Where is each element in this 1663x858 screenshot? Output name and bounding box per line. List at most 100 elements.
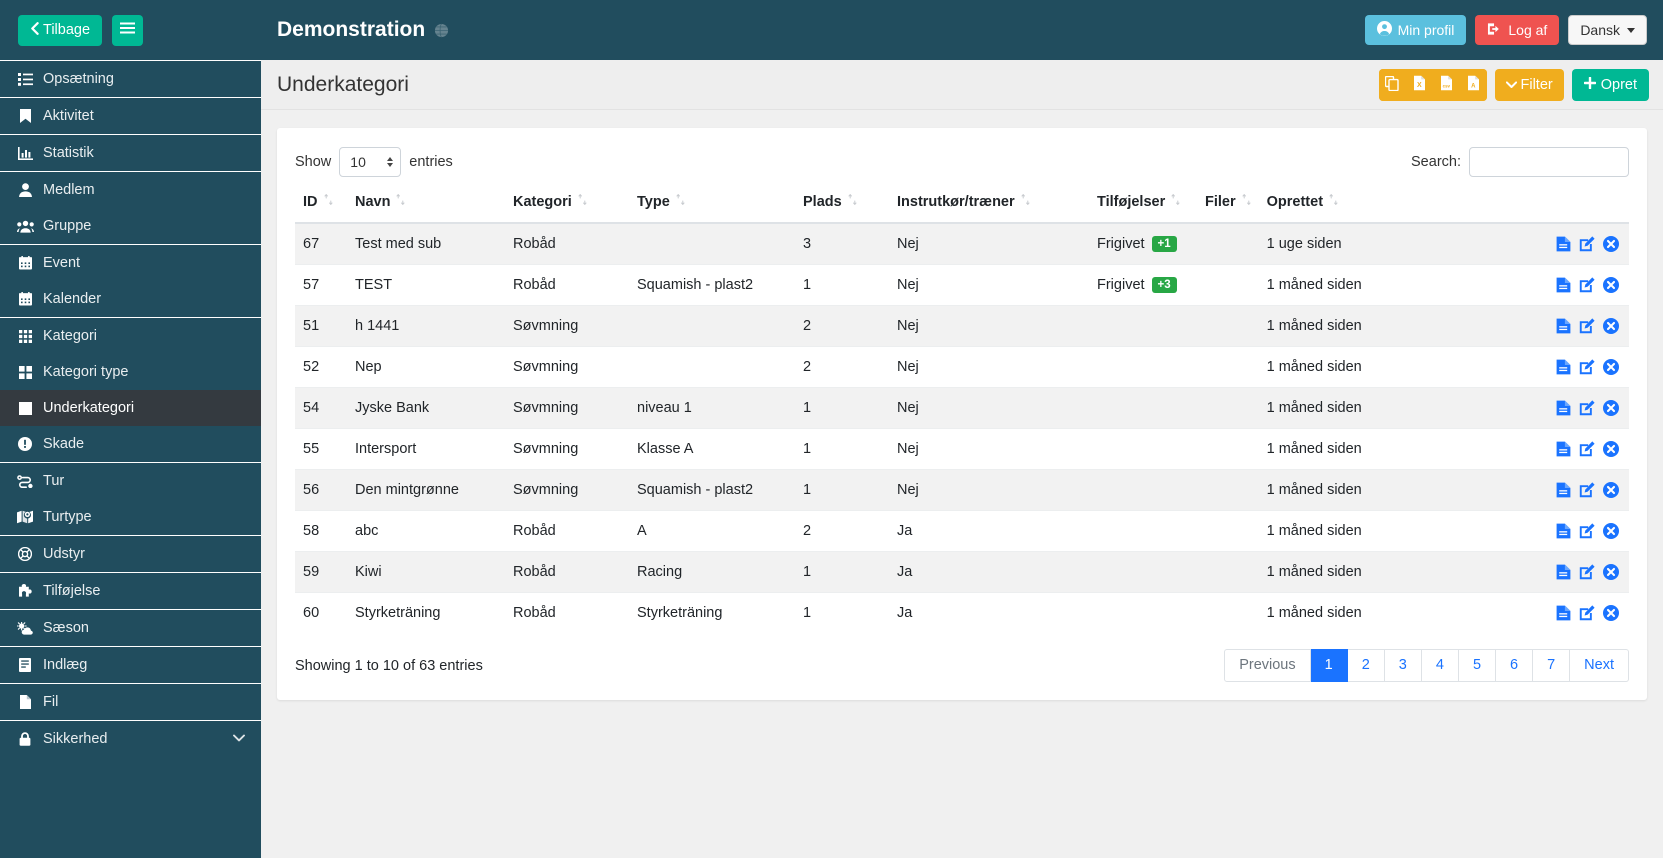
- sidebar-item-tilf-jelse[interactable]: Tilføjelse: [0, 573, 261, 609]
- sidebar-item-indl-g[interactable]: Indlæg: [0, 647, 261, 683]
- table-row[interactable]: 54 Jyske Bank Søvmning niveau 1 1 Nej 1 måned …: [295, 387, 1629, 429]
- sidebar-item-aktivitet[interactable]: Aktivitet: [0, 98, 261, 134]
- pagination-page-3[interactable]: 3: [1384, 649, 1422, 683]
- excel-button[interactable]: X: [1405, 68, 1433, 101]
- delete-icon[interactable]: [1603, 318, 1619, 334]
- pagination-page-4[interactable]: 4: [1421, 649, 1459, 683]
- edit-icon[interactable]: [1579, 277, 1595, 293]
- sidebar-item-turtype[interactable]: Turtype: [0, 499, 261, 535]
- filter-button[interactable]: Filter: [1494, 68, 1564, 101]
- edit-icon[interactable]: [1579, 605, 1595, 621]
- sidebar-item-kategori[interactable]: Kategori: [0, 318, 261, 354]
- search-input[interactable]: [1469, 147, 1629, 177]
- sidebar-item-fil[interactable]: Fil: [0, 684, 261, 720]
- delete-icon[interactable]: [1603, 441, 1619, 457]
- sidebar-item-kalender[interactable]: Kalender: [0, 281, 261, 317]
- edit-icon[interactable]: [1579, 441, 1595, 457]
- globe-icon[interactable]: [434, 23, 449, 38]
- table-row[interactable]: 56 Den mintgrønne Søvmning Squamish - plast…: [295, 469, 1629, 511]
- table-row[interactable]: 51 h 1441 Søvmning 2 Nej 1 måned siden: [295, 305, 1629, 347]
- edit-icon[interactable]: [1579, 359, 1595, 375]
- column-header-id[interactable]: ID: [295, 182, 347, 224]
- delete-icon[interactable]: [1603, 277, 1619, 293]
- file-view-icon[interactable]: [1556, 236, 1571, 252]
- file-view-icon[interactable]: [1556, 441, 1571, 457]
- pagination-page-7[interactable]: 7: [1533, 649, 1571, 683]
- delete-icon[interactable]: [1603, 359, 1619, 375]
- pagination-page-2[interactable]: 2: [1347, 649, 1385, 683]
- sidebar-item-gruppe[interactable]: Gruppe: [0, 208, 261, 244]
- edit-icon[interactable]: [1579, 482, 1595, 498]
- sidebar-item-label: Fil: [43, 694, 59, 710]
- delete-icon[interactable]: [1603, 605, 1619, 621]
- file-view-icon[interactable]: [1556, 400, 1571, 416]
- delete-icon[interactable]: [1603, 482, 1619, 498]
- sidebar-item-statistik[interactable]: Statistik: [0, 135, 261, 171]
- column-header-navn[interactable]: Navn: [347, 182, 505, 224]
- sidebar-item-sikkerhed[interactable]: Sikkerhed: [0, 721, 261, 757]
- column-header-instrutk-r-tr-ner[interactable]: Instrutkør/træner: [889, 182, 1089, 224]
- file-view-icon[interactable]: [1556, 277, 1571, 293]
- sidebar-item-kategori-type[interactable]: Kategori type: [0, 354, 261, 390]
- edit-icon[interactable]: [1579, 236, 1595, 252]
- delete-icon[interactable]: [1603, 523, 1619, 539]
- csv-button[interactable]: csv: [1432, 68, 1460, 101]
- edit-icon[interactable]: [1579, 564, 1595, 580]
- column-header-oprettet[interactable]: Oprettet: [1258, 182, 1409, 224]
- file-view-icon[interactable]: [1556, 482, 1571, 498]
- sidebar-toggle-button[interactable]: [112, 14, 144, 46]
- back-button[interactable]: Tilbage: [18, 14, 103, 46]
- sidebar-item-tur[interactable]: Tur: [0, 463, 261, 499]
- delete-icon[interactable]: [1603, 564, 1619, 580]
- copy-button[interactable]: [1378, 68, 1406, 101]
- table-row[interactable]: 57 TEST Robåd Squamish - plast2 1 Nej Frigivet…: [295, 264, 1629, 306]
- language-selector[interactable]: Dansk: [1568, 15, 1647, 45]
- column-header-tilf-jelser[interactable]: Tilføjelser: [1089, 182, 1197, 224]
- table-row[interactable]: 52 Nep Søvmning 2 Nej 1 måned siden: [295, 346, 1629, 388]
- file-view-icon[interactable]: [1556, 564, 1571, 580]
- table-row[interactable]: 67 Test med sub Robåd 3 Nej Frigivet +1 1 uge s…: [295, 222, 1629, 265]
- sidebar-item-event[interactable]: Event: [0, 245, 261, 281]
- sort-icon: [324, 193, 333, 208]
- sidebar-item-udstyr[interactable]: Udstyr: [0, 536, 261, 572]
- table-row[interactable]: 55 Intersport Søvmning Klasse A 1 Nej 1 måned …: [295, 428, 1629, 470]
- table-row[interactable]: 60 Styrketräning Robåd Styrketräning 1 Ja 1 må…: [295, 592, 1629, 633]
- edit-icon[interactable]: [1579, 318, 1595, 334]
- pagination-next[interactable]: Next: [1570, 649, 1629, 683]
- cell-tilfojelser: [1089, 510, 1197, 552]
- sidebar-item-s-son[interactable]: Sæson: [0, 610, 261, 646]
- table-row[interactable]: 58 abc Robåd A 2 Ja 1 måned siden: [295, 510, 1629, 552]
- logout-button[interactable]: Log af: [1475, 15, 1560, 45]
- pagination-page-5[interactable]: 5: [1458, 649, 1497, 683]
- pdf-button[interactable]: A: [1459, 68, 1487, 101]
- cell-oprettet: 1 måned siden: [1258, 469, 1409, 511]
- column-header-type[interactable]: Type: [629, 182, 795, 224]
- pagination-page-1[interactable]: 1: [1310, 649, 1348, 683]
- sidebar-item-ops-tning[interactable]: Opsætning: [0, 61, 261, 97]
- file-view-icon[interactable]: [1556, 605, 1571, 621]
- delete-icon[interactable]: [1603, 236, 1619, 252]
- file-view-icon[interactable]: [1556, 318, 1571, 334]
- cell-kategori: Søvmning: [505, 305, 629, 347]
- sidebar-item-underkategori[interactable]: Underkategori: [0, 390, 261, 426]
- edit-icon[interactable]: [1579, 400, 1595, 416]
- create-button[interactable]: Opret: [1571, 68, 1649, 101]
- column-header-plads[interactable]: Plads: [795, 182, 889, 224]
- file-view-icon[interactable]: [1556, 359, 1571, 375]
- cell-navn: Kiwi: [347, 551, 505, 593]
- cell-type: Squamish - plast2: [629, 469, 795, 511]
- column-header-kategori[interactable]: Kategori: [505, 182, 629, 224]
- my-profile-button[interactable]: Min profil: [1364, 15, 1467, 45]
- sidebar-item-medlem[interactable]: Medlem: [0, 172, 261, 208]
- sidebar-item-skade[interactable]: Skade: [0, 426, 261, 462]
- pagination-previous[interactable]: Previous: [1224, 649, 1311, 683]
- table-row[interactable]: 59 Kiwi Robåd Racing 1 Ja 1 måned siden: [295, 551, 1629, 593]
- sidebar-item-label: Tilføjelse: [43, 583, 101, 599]
- pagination-page-6[interactable]: 6: [1496, 649, 1534, 683]
- edit-icon[interactable]: [1579, 523, 1595, 539]
- file-view-icon[interactable]: [1556, 523, 1571, 539]
- cell-id: 51: [295, 305, 347, 347]
- page-length-select[interactable]: 102550100: [339, 147, 402, 177]
- column-header-filer[interactable]: Filer: [1197, 182, 1259, 224]
- delete-icon[interactable]: [1603, 400, 1619, 416]
